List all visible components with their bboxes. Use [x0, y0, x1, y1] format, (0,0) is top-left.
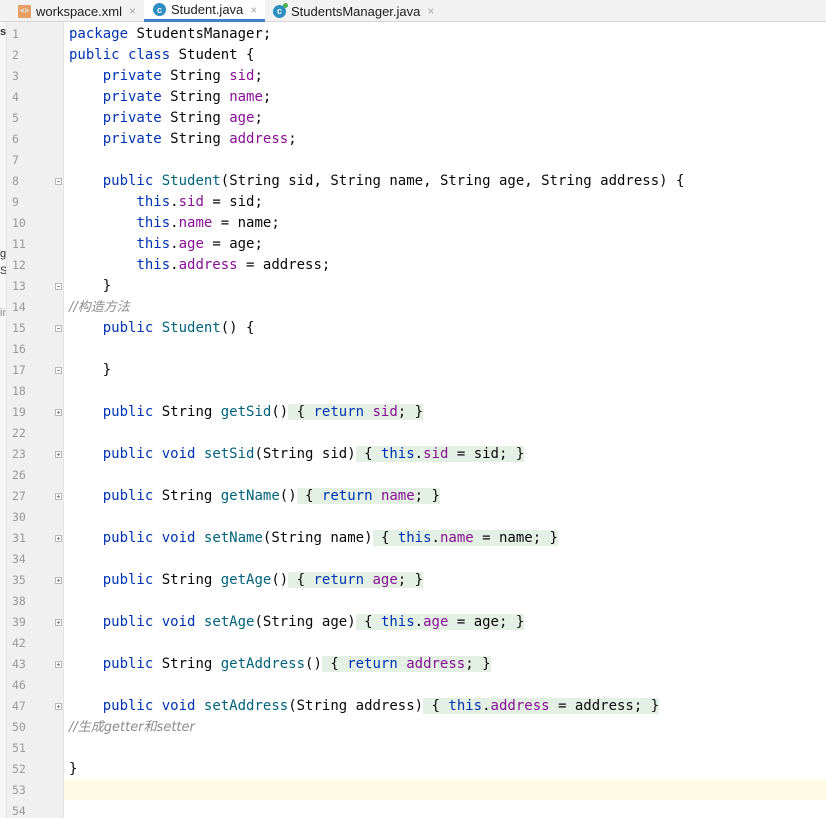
line-number: 23	[12, 447, 26, 461]
line-number: 3	[12, 69, 19, 83]
line-number: 8	[12, 174, 19, 188]
code-line: public String getName() { return name; }	[102, 488, 440, 504]
line-number: 12	[12, 258, 26, 272]
tab-label: StudentsManager.java	[291, 3, 421, 19]
panel-fragment: in	[0, 307, 6, 319]
code-line: package StudentsManager;	[69, 26, 272, 42]
code-comment: //构造方法	[69, 300, 130, 315]
line-number: 51	[12, 741, 26, 755]
fold-plus-icon[interactable]	[55, 619, 62, 626]
line-number: 17	[12, 363, 26, 377]
line-number: 15	[12, 321, 26, 335]
line-number: 6	[12, 132, 19, 146]
code-line: private String sid;	[102, 68, 263, 84]
line-number: 31	[12, 531, 26, 545]
line-number: 47	[12, 699, 26, 713]
line-number: 2	[12, 48, 19, 62]
line-number: 50	[12, 720, 26, 734]
panel-fragment: s	[0, 26, 7, 38]
line-number: 14	[12, 300, 26, 314]
line-number: 38	[12, 594, 26, 608]
xml-file-icon: <>	[18, 4, 31, 18]
code-line: this.name = name;	[136, 215, 280, 231]
fold-plus-icon[interactable]	[55, 409, 62, 416]
fold-plus-icon[interactable]	[55, 661, 62, 668]
code-line: public Student() {	[102, 320, 255, 336]
java-class-icon: c	[273, 2, 288, 18]
java-class-icon: c	[153, 3, 166, 16]
code-line: public Student(String sid, String name, …	[102, 173, 685, 189]
code-line: public String getSid() { return sid; }	[102, 404, 424, 420]
close-icon[interactable]: ×	[427, 4, 434, 18]
code-line: public class Student {	[69, 47, 255, 63]
close-icon[interactable]: ×	[250, 3, 257, 17]
fold-minus-icon[interactable]	[55, 325, 62, 332]
panel-fragment: Sy	[0, 265, 7, 277]
code-line: private String name;	[102, 89, 272, 105]
tab-studentsmanager-java[interactable]: c StudentsManager.java ×	[264, 0, 442, 22]
code-line: public String getAddress() { return addr…	[102, 656, 491, 672]
line-number: 7	[12, 153, 19, 167]
code-line: public void setSid(String sid) { this.si…	[102, 446, 525, 462]
line-number: 10	[12, 216, 26, 230]
code-line: this.sid = sid;	[136, 194, 263, 210]
line-number: 35	[12, 573, 26, 587]
tab-workspace-xml[interactable]: <> workspace.xml ×	[0, 0, 144, 22]
code-line: public void setAddress(String address) {…	[102, 698, 660, 714]
fold-minus-icon[interactable]	[55, 283, 62, 290]
line-number: 43	[12, 657, 26, 671]
code-line: public void setName(String name) { this.…	[102, 530, 558, 546]
line-number: 9	[12, 195, 19, 209]
line-number: 4	[12, 90, 19, 104]
code-line: }	[69, 362, 112, 378]
line-number: 1	[12, 27, 19, 41]
project-panel-edge[interactable]: s ge Sy in	[0, 22, 7, 818]
line-number: 39	[12, 615, 26, 629]
code-line: public void setAge(String age) { this.ag…	[102, 614, 525, 630]
line-number: 30	[12, 510, 26, 524]
line-number: 34	[12, 552, 26, 566]
panel-fragment: ge	[0, 248, 7, 260]
code-line: }	[69, 278, 112, 294]
line-number: 52	[12, 762, 26, 776]
fold-plus-icon[interactable]	[55, 451, 62, 458]
code-line: }	[69, 761, 78, 777]
line-number: 11	[12, 237, 26, 251]
tab-student-java[interactable]: c Student.java ×	[144, 0, 266, 22]
line-number: 16	[12, 342, 26, 356]
line-number: 42	[12, 636, 26, 650]
code-comment: //生成getter和setter	[69, 720, 195, 735]
line-number: 26	[12, 468, 26, 482]
line-number: 5	[12, 111, 19, 125]
code-line: this.address = address;	[136, 257, 331, 273]
line-number: 13	[12, 279, 26, 293]
close-icon[interactable]: ×	[129, 4, 136, 18]
line-number: 53	[12, 783, 26, 797]
fold-plus-icon[interactable]	[55, 577, 62, 584]
line-number: 19	[12, 405, 26, 419]
fold-plus-icon[interactable]	[55, 535, 62, 542]
line-number: 27	[12, 489, 26, 503]
line-number: 22	[12, 426, 26, 440]
fold-minus-icon[interactable]	[55, 178, 62, 185]
line-number: 46	[12, 678, 26, 692]
code-line: private String address;	[102, 131, 297, 147]
line-number: 54	[12, 804, 26, 818]
editor-tab-bar: <> workspace.xml × c Student.java × c St…	[0, 0, 826, 22]
fold-plus-icon[interactable]	[55, 703, 62, 710]
code-line: public String getAge() { return age; }	[102, 572, 424, 588]
tab-label: Student.java	[171, 2, 244, 17]
code-line: this.age = age;	[136, 236, 263, 252]
fold-plus-icon[interactable]	[55, 493, 62, 500]
fold-minus-icon[interactable]	[55, 367, 62, 374]
code-line: private String age;	[102, 110, 263, 126]
line-number: 18	[12, 384, 26, 398]
tab-label: workspace.xml	[36, 3, 122, 19]
